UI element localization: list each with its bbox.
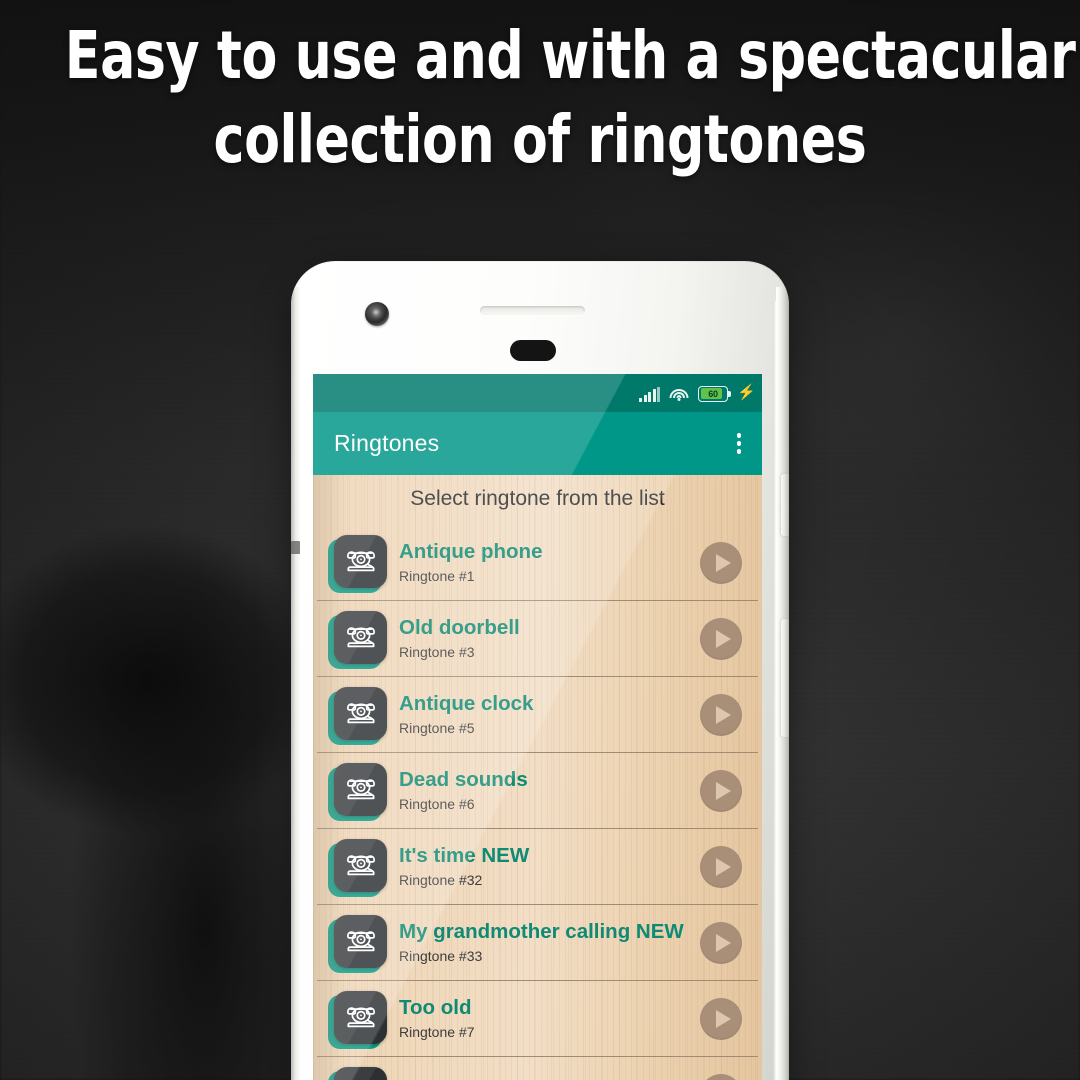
ringtone-row-4[interactable]: It's time NEW Ringtone #32 [317,829,758,905]
phone-mockup: 60 ⚡ Ringtones Select ringtone from the … [291,261,789,1080]
ringtone-row-2[interactable]: Antique clock Ringtone #5 [317,677,758,753]
lightning-bolt-icon: ⚡ [737,383,756,401]
battery-percent-label: 60 [708,388,718,399]
rotary-phone-icon [328,838,387,897]
ringtone-row-1[interactable]: Old doorbell Ringtone #3 [317,601,758,677]
play-icon[interactable] [700,769,742,812]
proximity-sensor-icon [510,340,556,361]
ringtone-row-0[interactable]: Antique phone Ringtone #1 [317,525,758,601]
ringtone-row-text: Old doorbell Ringtone #3 [397,616,700,662]
ringtone-row-3[interactable]: Dead sounds Ringtone #6 [317,753,758,829]
rotary-phone-icon [328,686,387,745]
icon-badge [334,762,387,816]
ringtone-row-text: Too old Ringtone #7 [397,996,700,1042]
rotary-phone-glyph [346,703,375,724]
icon-badge [334,1066,387,1080]
play-triangle-glyph [715,781,731,800]
ringtone-title: Antique clock [399,691,534,715]
play-triangle-glyph [715,705,731,724]
ringtone-subtitle: Ringtone #33 [399,947,483,964]
icon-badge [334,838,387,892]
ringtone-row-text: It's time NEW Ringtone #32 [397,844,700,890]
play-triangle-glyph [715,1009,731,1028]
status-bar: 60 ⚡ [313,374,762,412]
ringtone-subtitle: Ringtone #5 [399,719,475,736]
rotary-phone-glyph [346,551,375,572]
play-icon[interactable] [700,997,742,1040]
volume-button[interactable] [781,619,789,737]
play-triangle-glyph [715,933,731,952]
play-triangle-glyph [715,553,731,572]
ringtone-row-text: Dead sounds Ringtone #6 [397,768,700,814]
ringtone-list[interactable]: Antique phone Ringtone #1 Old doorbell R… [313,525,762,1080]
ringtone-title: Antique phone [399,539,543,563]
ringtone-title: It's time NEW [399,843,530,867]
battery-icon: 60 [698,385,731,402]
icon-badge [334,686,387,740]
ringtone-row-text: Antique clock Ringtone #5 [397,692,700,738]
rotary-phone-glyph [346,931,375,952]
rotary-phone-icon [328,610,387,669]
front-camera-icon [365,302,389,326]
icon-badge [334,534,387,588]
icon-badge [334,990,387,1044]
rotary-phone-glyph [346,779,375,800]
ringtone-row-partial[interactable] [317,1057,758,1080]
ringtone-title: Dead sounds [399,767,528,791]
phone-body: 60 ⚡ Ringtones Select ringtone from the … [291,261,789,1080]
power-button[interactable] [781,474,789,536]
play-triangle-glyph [715,857,731,876]
app-bar: Ringtones [313,412,762,475]
rotary-phone-icon [328,990,387,1049]
phone-left-rail [291,287,301,1080]
kebab-menu-icon[interactable] [733,427,746,460]
headline-line-2: collection of ringtones [213,101,867,178]
ringtone-row-5[interactable]: My grandmother calling NEW Ringtone #33 [317,905,758,981]
earpiece-speaker [480,306,585,315]
rotary-phone-glyph [346,627,375,648]
ringtone-title: My grandmother calling NEW [399,919,684,943]
status-bar-icons: 60 ⚡ [639,383,756,402]
play-triangle-glyph [715,629,731,648]
rotary-phone-icon [328,762,387,821]
play-icon[interactable] [700,845,742,888]
ringtone-row-text: Antique phone Ringtone #1 [397,540,700,586]
ringtone-subtitle: Ringtone #7 [399,1023,475,1040]
ringtone-list-panel: Select ringtone from the list Antique ph… [313,475,762,1080]
rotary-phone-icon [328,1066,387,1080]
icon-badge [334,914,387,968]
rotary-phone-icon [328,914,387,973]
play-icon[interactable] [700,541,742,584]
ringtone-subtitle: Ringtone #3 [399,643,475,660]
ringtone-subtitle: Ringtone #32 [399,871,483,888]
antenna-band-icon [291,541,300,554]
promo-headline: Easy to use and with a spectacular colle… [64,14,1076,182]
play-icon[interactable] [700,921,742,964]
play-icon[interactable] [700,693,742,736]
play-icon[interactable] [700,1073,742,1080]
ringtone-row-6[interactable]: Too old Ringtone #7 [317,981,758,1057]
ringtone-subtitle: Ringtone #1 [399,567,475,584]
play-icon[interactable] [700,617,742,660]
signal-bars-icon [639,386,660,402]
phone-right-seam [773,301,776,1080]
wifi-icon [669,387,689,402]
headline-line-1: Easy to use and with a spectacular [64,17,1076,94]
icon-badge [334,610,387,664]
ringtone-title: Old doorbell [399,615,520,639]
ringtone-subtitle: Ringtone #6 [399,795,475,812]
phone-screen: 60 ⚡ Ringtones Select ringtone from the … [313,374,762,1080]
rotary-phone-icon [328,534,387,593]
list-header-label: Select ringtone from the list [410,487,665,510]
rotary-phone-glyph [346,1007,375,1028]
rotary-phone-glyph [346,855,375,876]
ringtone-row-text: My grandmother calling NEW Ringtone #33 [397,920,700,966]
app-bar-title: Ringtones [334,430,440,456]
ringtone-title: Too old [399,995,472,1019]
